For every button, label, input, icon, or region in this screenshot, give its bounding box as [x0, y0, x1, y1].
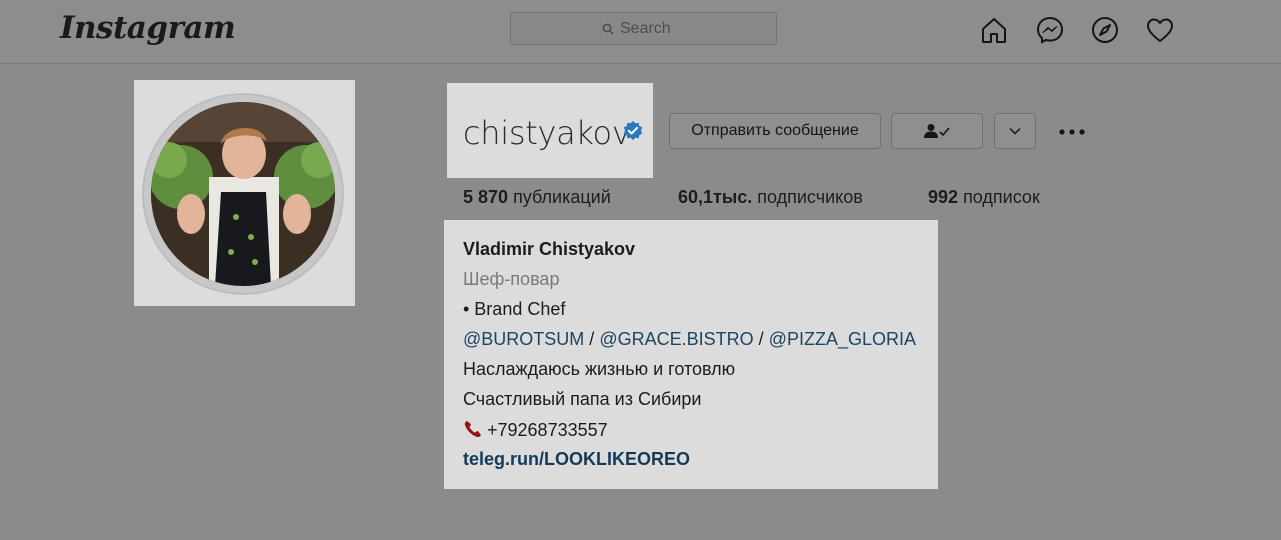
username-highlight: chistyakov [447, 83, 653, 178]
mention-separator: / [758, 329, 764, 349]
stat-posts: 5 870 публикаций [463, 187, 611, 208]
bio-phone: +79268733557 [463, 419, 608, 441]
mention-link[interactable]: @BUROTSUM [463, 329, 584, 349]
explore-icon[interactable] [1090, 15, 1120, 45]
search-input[interactable]: Search [510, 12, 777, 45]
stat-posts-value: 5 870 [463, 187, 509, 207]
mention-link[interactable]: @PIZZA_GLORIA [769, 329, 916, 349]
top-navigation-bar: Instagram Search [0, 0, 1281, 64]
bio-phone-number[interactable]: +79268733557 [487, 420, 608, 440]
search-placeholder-group: Search [602, 20, 671, 38]
bio-external-link[interactable]: teleg.run/LOOKLIKEOREO [463, 449, 690, 470]
suggested-accounts-button[interactable] [994, 113, 1036, 149]
stat-followers[interactable]: 60,1тыс. подписчиков [678, 187, 863, 208]
stat-followers-value: 60,1тыс. [678, 187, 753, 207]
heart-icon[interactable] [1145, 15, 1175, 45]
avatar-ring [142, 93, 344, 295]
messenger-icon[interactable] [1035, 15, 1065, 45]
instagram-logo[interactable]: Instagram [60, 10, 236, 46]
stat-following-value: 992 [928, 187, 959, 207]
following-button[interactable] [891, 113, 983, 149]
stat-followers-label: подписчиков [757, 187, 863, 207]
profile-avatar-highlight [134, 80, 355, 306]
chevron-down-icon [1009, 127, 1021, 135]
bio-category: Шеф-повар [463, 269, 560, 289]
avatar-photo [151, 102, 335, 286]
search-placeholder: Search [620, 20, 671, 37]
more-dots-icon[interactable] [1057, 122, 1087, 142]
verified-badge-icon [623, 121, 643, 140]
stat-posts-label: публикаций [513, 187, 611, 207]
send-message-button[interactable]: Отправить сообщение [669, 113, 881, 149]
mention-link[interactable]: @GRACE.BISTRO [599, 329, 753, 349]
bio-line-enjoy: Наслаждаюсь жизнью и готовлю [463, 359, 736, 379]
bio-mentions: @BUROTSUM / @GRACE.BISTRO / @PIZZA_GLORI… [463, 329, 916, 350]
home-icon[interactable] [979, 15, 1009, 45]
stat-following-label: подписок [963, 187, 1040, 207]
bio-highlight: Vladimir Chistyakov Шеф-повар • Brand Ch… [444, 220, 938, 489]
avatar[interactable] [151, 102, 335, 286]
search-icon [602, 23, 614, 35]
telephone-receiver-icon [464, 421, 481, 438]
bio-full-name: Vladimir Chistyakov [463, 239, 636, 259]
profile-username: chistyakov [463, 114, 631, 152]
stat-following[interactable]: 992 подписок [928, 187, 1040, 208]
bio-line-dad: Счастливый папа из Сибири [463, 389, 702, 409]
bio-line-brand-chef: • Brand Chef [463, 299, 566, 319]
mention-separator: / [589, 329, 595, 349]
person-check-icon [924, 124, 950, 138]
